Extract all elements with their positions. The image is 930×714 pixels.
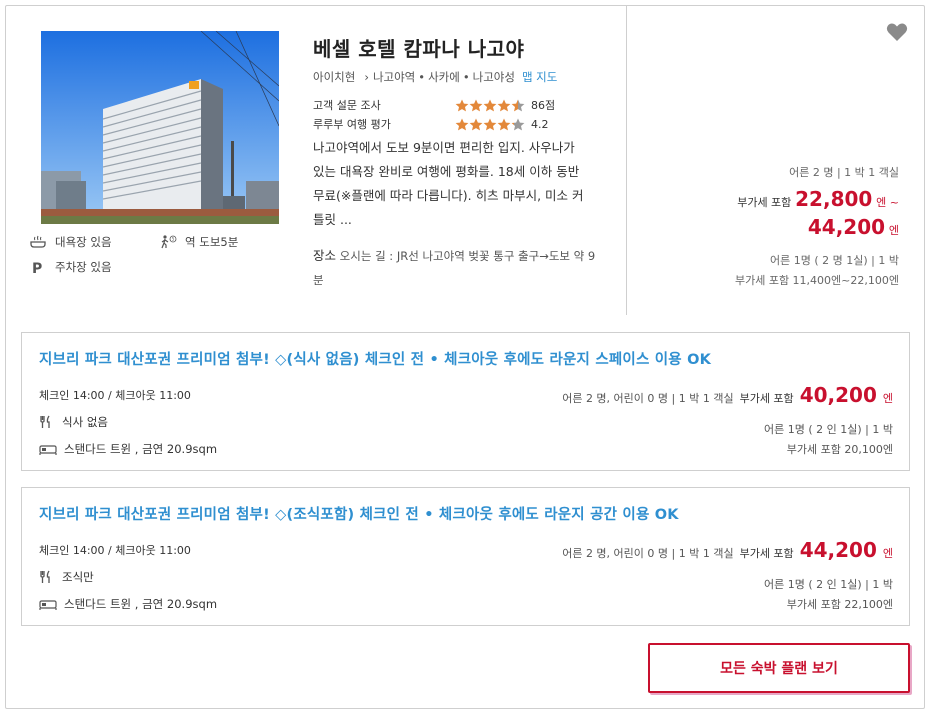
plan-occupancy: 어른 2 명, 어린이 0 명 | 1 박 1 객실 bbox=[562, 547, 734, 560]
per-person-range-text: 부가세 포함 11,400엔~22,100엔 bbox=[734, 274, 899, 287]
amenity-label: 주차장 있음 bbox=[55, 260, 112, 274]
plan-room: 스탠다드 트윈 , 금연 20.9sqm bbox=[39, 441, 217, 457]
amenity-label: 대욕장 있음 bbox=[55, 235, 112, 249]
rating-value: 86점 bbox=[531, 99, 556, 112]
star-icon bbox=[469, 118, 483, 130]
rating-stars bbox=[455, 99, 525, 112]
star-icon bbox=[483, 99, 497, 111]
plan-per-person: 어른 1명 ( 2 인 1실) | 1 박 bbox=[764, 578, 893, 591]
min-price-unit: 엔 ~ bbox=[876, 196, 899, 209]
location-separator: • bbox=[462, 70, 470, 84]
plan-title[interactable]: 지브리 파크 대산포권 프리미엄 첨부! ◇(조식포함) 체크인 전 • 체크아… bbox=[39, 503, 679, 524]
rating-survey: 고객 설문 조사 86점 bbox=[313, 97, 555, 113]
plan-card: 지브리 파크 대산포권 프리미엄 첨부! ◇(조식포함) 체크인 전 • 체크아… bbox=[21, 487, 910, 626]
location-separator: • bbox=[418, 70, 426, 84]
plan-price-unit: 엔 bbox=[882, 392, 893, 405]
min-price: 22,800 bbox=[795, 187, 873, 211]
plan-title-text[interactable]: 지브리 파크 대산포권 프리미엄 첨부! ◇(식사 없음) 체크인 전 • 체크… bbox=[39, 352, 682, 368]
rating-label: 고객 설문 조사 bbox=[313, 99, 381, 112]
location-prefecture: 아이치현 bbox=[313, 70, 356, 84]
rating-value: 4.2 bbox=[531, 117, 549, 131]
star-icon bbox=[497, 118, 511, 130]
plan-per-person-price: 부가세 포함 22,100엔 bbox=[786, 598, 893, 611]
access-label: 장소 bbox=[313, 248, 337, 263]
column-divider bbox=[626, 6, 627, 315]
bed-icon bbox=[39, 600, 57, 610]
star-icon bbox=[469, 99, 483, 111]
view-all-plans-button[interactable]: 모든 숙박 플랜 보기 bbox=[648, 643, 910, 693]
amenity-label: 역 도보5분 bbox=[185, 235, 239, 249]
amenity-parking: P 주차장 있음 bbox=[29, 259, 112, 275]
plan-price-row: 어른 2 명, 어린이 0 명 | 1 박 1 객실 부가세 포함 44,200… bbox=[562, 538, 893, 562]
per-person-text: 어른 1명 ( 2 명 1실) | 1 박 bbox=[770, 254, 899, 267]
hotel-name[interactable]: 베셀 호텔 캄파나 나고야 bbox=[313, 33, 524, 62]
amenity-bath: 대욕장 있음 bbox=[29, 234, 112, 250]
tax-label: 부가세 포함 bbox=[737, 196, 792, 209]
star-icon bbox=[455, 118, 469, 130]
star-icon bbox=[483, 118, 497, 130]
rating-label: 루루부 여행 평가 bbox=[313, 118, 391, 131]
star-icon bbox=[511, 99, 525, 111]
location-area: 나고야역 bbox=[372, 70, 416, 84]
plan-ok-badge: OK bbox=[687, 352, 712, 368]
hotel-location: 아이치현 › 나고야역 • 사카에 • 나고야성 맵 지도 bbox=[313, 69, 557, 85]
room-label: 스탠다드 트윈 , 금연 20.9sqm bbox=[64, 442, 218, 456]
plan-price-unit: 엔 bbox=[882, 547, 893, 560]
plan-room: 스탠다드 트윈 , 금연 20.9sqm bbox=[39, 596, 217, 612]
plan-price: 40,200 bbox=[799, 383, 877, 407]
price-per-person: 어른 1명 ( 2 명 1실) | 1 박 bbox=[770, 252, 899, 268]
plan-occupancy: 어른 2 명, 어린이 0 명 | 1 박 1 객실 bbox=[562, 392, 734, 405]
meal-icon bbox=[40, 415, 50, 428]
price-per-person-range: 부가세 포함 11,400엔~22,100엔 bbox=[735, 272, 899, 288]
access-text: 오시는 길 : JR선 나고야역 벚꽃 통구 출구→도보 약 9분 bbox=[313, 249, 596, 287]
amenity-walk: 5 역 도보5분 bbox=[159, 234, 238, 250]
rating-rurubu: 루루부 여행 평가 4.2 bbox=[313, 116, 549, 132]
plan-ok-badge: OK bbox=[654, 507, 679, 523]
bath-icon bbox=[29, 235, 47, 249]
occupancy-text: 어른 2 명 | 1 박 1 객실 bbox=[789, 166, 899, 179]
svg-text:5: 5 bbox=[172, 237, 175, 242]
plan-title[interactable]: 지브리 파크 대산포권 프리미엄 첨부! ◇(식사 없음) 체크인 전 • 체크… bbox=[39, 348, 711, 369]
plan-price-row: 어른 2 명, 어린이 0 명 | 1 박 1 객실 부가세 포함 40,200… bbox=[562, 383, 893, 407]
plan-per-person: 어른 1명 ( 2 인 1실) | 1 박 bbox=[764, 423, 893, 436]
map-link[interactable]: 맵 지도 bbox=[522, 69, 557, 85]
meal-icon bbox=[40, 570, 50, 583]
tax-label: 부가세 포함 bbox=[739, 547, 794, 560]
bed-icon bbox=[39, 445, 57, 455]
hotel-description: 나고야역에서 도보 9분이면 편리한 입지. 사우나가 있는 대욕장 완비로 여… bbox=[313, 140, 584, 227]
rating-stars bbox=[455, 118, 525, 131]
price-min-row: 부가세 포함 22,800 엔 ~ bbox=[737, 187, 899, 211]
tax-label: 부가세 포함 bbox=[739, 392, 794, 405]
location-area: 나고야성 bbox=[472, 70, 515, 84]
favorite-button[interactable] bbox=[886, 22, 908, 45]
plan-price: 44,200 bbox=[799, 538, 877, 562]
price-occupancy: 어른 2 명 | 1 박 1 객실 bbox=[789, 164, 899, 180]
star-icon bbox=[511, 118, 525, 130]
parking-icon: P bbox=[29, 260, 47, 274]
max-price-unit: 엔 bbox=[888, 224, 899, 237]
location-arrow: › bbox=[364, 70, 369, 84]
heart-icon bbox=[886, 23, 908, 41]
hotel-photo-image bbox=[41, 31, 279, 224]
location-area: 사카에 bbox=[428, 70, 460, 84]
svg-text:P: P bbox=[32, 261, 42, 274]
max-price: 44,200 bbox=[807, 215, 886, 239]
plan-meal: 식사 없음 bbox=[39, 414, 108, 430]
hotel-card: 대욕장 있음 5 역 도보5분 P 주차장 있음 베셀 호텔 캄파나 나고야 아… bbox=[5, 5, 925, 709]
hotel-access: 장소 오시는 길 : JR선 나고야역 벚꽃 통구 출구→도보 약 9분 bbox=[313, 244, 605, 292]
star-icon bbox=[455, 99, 469, 111]
meal-label: 조식만 bbox=[62, 570, 94, 584]
plan-card: 지브리 파크 대산포권 프리미엄 첨부! ◇(식사 없음) 체크인 전 • 체크… bbox=[21, 332, 910, 471]
star-icon bbox=[497, 99, 511, 111]
plan-per-person-price: 부가세 포함 20,100엔 bbox=[786, 443, 893, 456]
meal-label: 식사 없음 bbox=[62, 415, 108, 429]
hotel-photo[interactable] bbox=[41, 31, 279, 224]
price-max-row: 44,200 엔 bbox=[808, 215, 899, 239]
plan-title-text[interactable]: 지브리 파크 대산포권 프리미엄 첨부! ◇(조식포함) 체크인 전 • 체크아… bbox=[39, 507, 650, 523]
plan-meal: 조식만 bbox=[39, 569, 94, 585]
walk-icon: 5 bbox=[159, 235, 177, 249]
plan-checkin: 체크인 14:00 / 체크아웃 11:00 bbox=[39, 389, 191, 402]
room-label: 스탠다드 트윈 , 금연 20.9sqm bbox=[64, 597, 218, 611]
plan-checkin: 체크인 14:00 / 체크아웃 11:00 bbox=[39, 544, 191, 557]
